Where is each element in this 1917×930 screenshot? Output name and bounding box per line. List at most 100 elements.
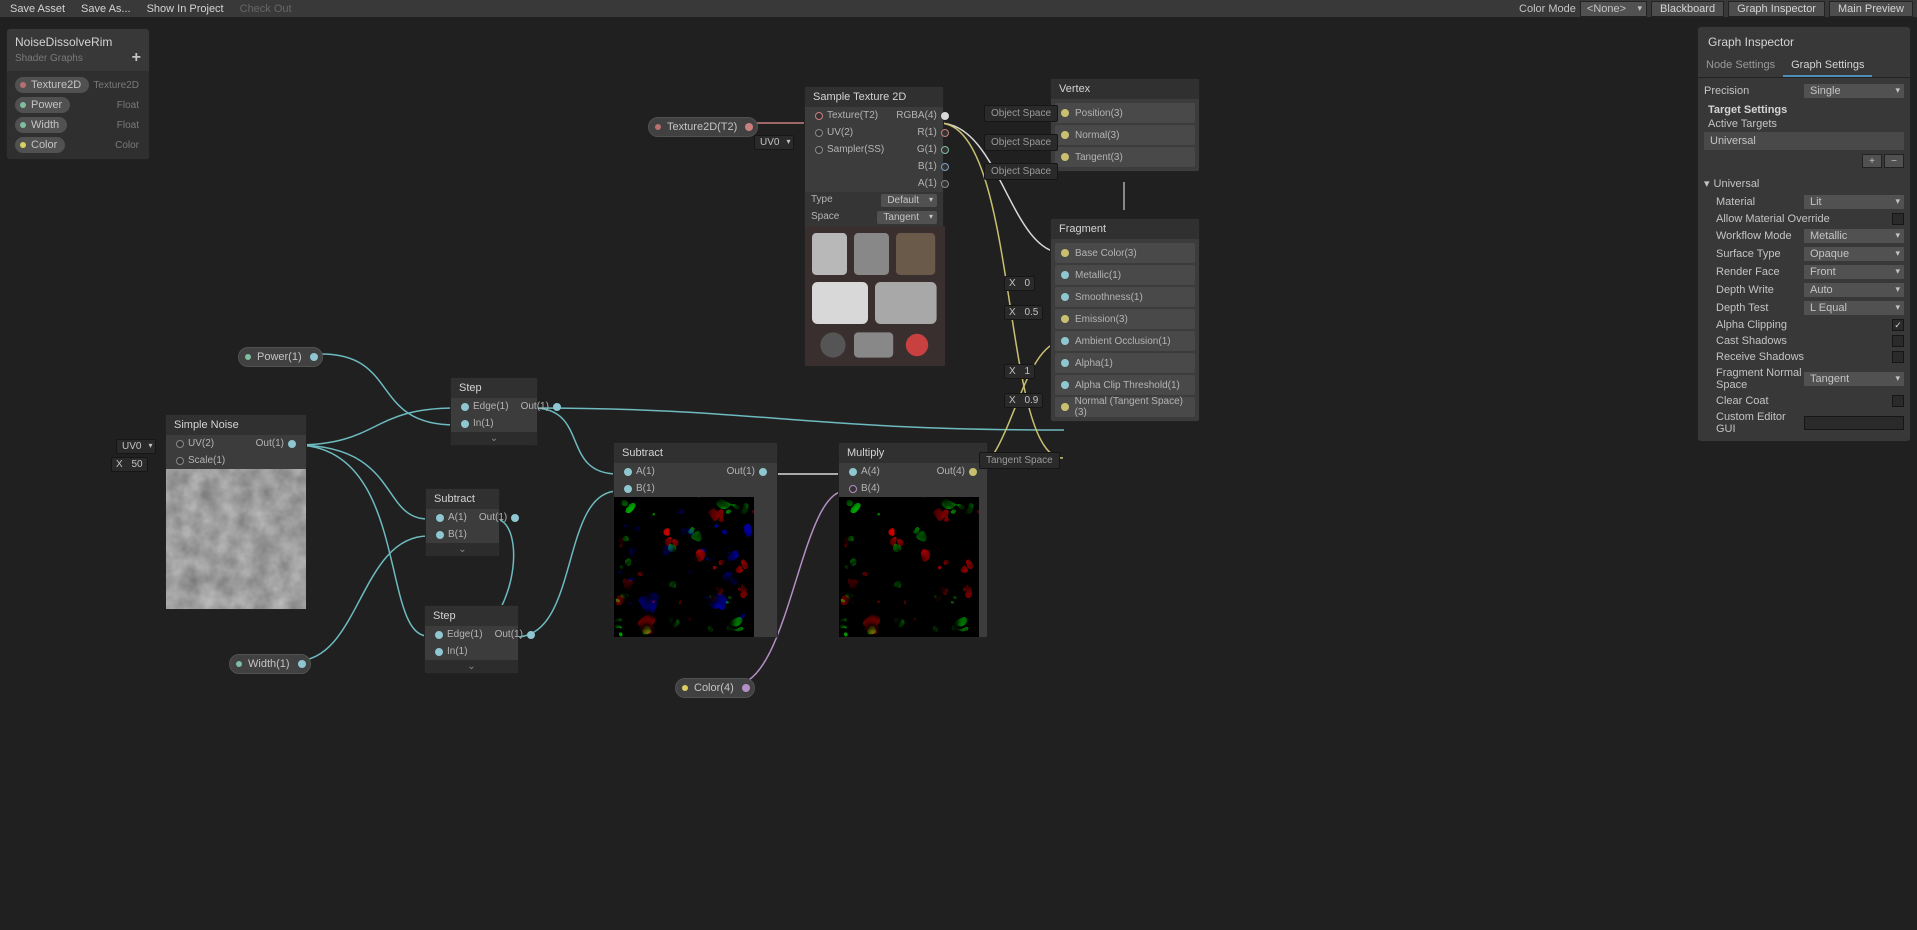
port-out-icon[interactable] [745, 123, 753, 131]
port-out-icon[interactable] [941, 146, 949, 154]
port-in-icon[interactable] [436, 531, 444, 539]
save-asset-button[interactable]: Save Asset [4, 3, 71, 15]
node-subtract-2[interactable]: Subtract A(1) B(1) Out(1) [613, 442, 778, 638]
blackboard-toggle[interactable]: Blackboard [1651, 1, 1724, 17]
port-in-icon[interactable] [815, 129, 823, 137]
alpha-clip-checkbox[interactable]: ✓ [1892, 319, 1904, 331]
port-in-icon[interactable] [849, 485, 857, 493]
port-out-icon[interactable] [759, 468, 767, 476]
port-out-icon[interactable] [941, 180, 949, 188]
blackboard-item-power[interactable]: Power Float [11, 95, 145, 115]
tab-graph-settings[interactable]: Graph Settings [1783, 55, 1872, 77]
depth-write-dropdown[interactable]: Auto [1804, 283, 1904, 297]
port-in-icon[interactable] [176, 457, 184, 465]
port-in-icon[interactable] [461, 403, 469, 411]
metallic-input[interactable]: X 0 [1004, 276, 1035, 291]
chevron-down-icon[interactable]: ⌄ [425, 660, 518, 673]
blackboard-add-button[interactable]: + [132, 49, 141, 67]
port-out-icon[interactable] [742, 684, 750, 692]
target-universal-item[interactable]: Universal [1704, 132, 1904, 150]
tab-node-settings[interactable]: Node Settings [1698, 55, 1783, 77]
port-in-icon[interactable] [1061, 109, 1069, 117]
depth-test-dropdown[interactable]: L Equal [1804, 301, 1904, 315]
remove-target-button[interactable]: − [1884, 154, 1904, 168]
sample-type-dropdown[interactable]: Default [881, 194, 937, 207]
ao-input[interactable]: X 1 [1004, 364, 1035, 379]
port-in-icon[interactable] [624, 485, 632, 493]
material-dropdown[interactable]: Lit [1804, 195, 1904, 209]
smoothness-input[interactable]: X 0.5 [1004, 305, 1043, 320]
port-in-icon[interactable] [176, 440, 184, 448]
scale-input[interactable]: X 50 [111, 457, 148, 472]
property-color[interactable]: Color(4) [675, 678, 755, 698]
property-texture2d[interactable]: Texture2D(T2) [648, 117, 758, 137]
sample-uv0-dropdown[interactable]: UV0 [754, 135, 794, 150]
master-fragment[interactable]: Fragment Base Color(3) Metallic(1) Smoot… [1050, 218, 1200, 422]
master-vertex[interactable]: Vertex Position(3) Normal(3) Tangent(3) [1050, 78, 1200, 172]
port-in-icon[interactable] [1061, 337, 1069, 345]
port-in-icon[interactable] [815, 146, 823, 154]
blackboard-panel[interactable]: NoiseDissolveRim Shader Graphs + Texture… [6, 28, 150, 160]
port-out-icon[interactable] [298, 660, 306, 668]
main-preview-toggle[interactable]: Main Preview [1829, 1, 1913, 17]
port-in-icon[interactable] [1061, 359, 1069, 367]
allow-override-checkbox[interactable] [1892, 213, 1904, 225]
port-in-icon[interactable] [435, 648, 443, 656]
port-in-icon[interactable] [1061, 315, 1069, 323]
port-out-icon[interactable] [310, 353, 318, 361]
port-out-icon[interactable] [941, 112, 949, 120]
port-out-icon[interactable] [288, 440, 296, 448]
surface-dropdown[interactable]: Opaque [1804, 247, 1904, 261]
port-out-icon[interactable] [969, 468, 977, 476]
node-sample-texture-2d[interactable]: Sample Texture 2D Texture(T2) UV(2) Samp… [804, 86, 944, 367]
blackboard-item-width[interactable]: Width Float [11, 115, 145, 135]
port-in-icon[interactable] [1061, 403, 1069, 411]
workflow-dropdown[interactable]: Metallic [1804, 229, 1904, 243]
universal-foldout[interactable]: ▾ Universal [1704, 174, 1904, 193]
port-in-icon[interactable] [1061, 131, 1069, 139]
add-target-button[interactable]: + [1862, 154, 1882, 168]
chevron-down-icon[interactable]: ⌄ [451, 432, 537, 445]
port-out-icon[interactable] [527, 631, 535, 639]
port-in-icon[interactable] [1061, 293, 1069, 301]
fragment-normal-dropdown[interactable]: Tangent [1804, 372, 1904, 386]
save-as-button[interactable]: Save As... [75, 3, 137, 15]
blackboard-item-texture2d[interactable]: Texture2D Texture2D [11, 75, 145, 95]
show-in-project-button[interactable]: Show In Project [141, 3, 230, 15]
port-in-icon[interactable] [849, 468, 857, 476]
port-in-icon[interactable] [1061, 249, 1069, 257]
node-subtract-1[interactable]: Subtract A(1) B(1) Out(1) ⌄ [425, 488, 500, 557]
port-in-icon[interactable] [461, 420, 469, 428]
render-face-dropdown[interactable]: Front [1804, 265, 1904, 279]
color-mode-dropdown[interactable]: <None> [1580, 1, 1647, 17]
port-in-icon[interactable] [1061, 381, 1069, 389]
port-in-icon[interactable] [1061, 153, 1069, 161]
port-in-icon[interactable] [1061, 271, 1069, 279]
property-width[interactable]: Width(1) [229, 654, 311, 674]
node-step-1[interactable]: Step Edge(1) In(1) Out(1) ⌄ [450, 377, 538, 446]
port-in-icon[interactable] [435, 631, 443, 639]
port-out-icon[interactable] [941, 129, 949, 137]
property-power[interactable]: Power(1) [238, 347, 323, 367]
port-out-icon[interactable] [553, 403, 561, 411]
graph-inspector-toggle[interactable]: Graph Inspector [1728, 1, 1825, 17]
node-simple-noise[interactable]: Simple Noise UV(2) Scale(1) Out(1) [165, 414, 307, 610]
precision-dropdown[interactable]: Single [1804, 84, 1904, 98]
port-out-icon[interactable] [511, 514, 519, 522]
cast-shadows-checkbox[interactable] [1892, 335, 1904, 347]
alpha-input[interactable]: X 0.9 [1004, 393, 1043, 408]
uv0-dropdown[interactable]: UV0 [116, 439, 156, 454]
custom-gui-field[interactable] [1804, 416, 1904, 430]
chevron-down-icon[interactable]: ⌄ [426, 543, 499, 556]
port-in-icon[interactable] [815, 112, 823, 120]
node-multiply[interactable]: Multiply A(4) B(4) Out(4) [838, 442, 988, 638]
port-in-icon[interactable] [436, 514, 444, 522]
blackboard-item-color[interactable]: Color Color [11, 135, 145, 155]
clear-coat-checkbox[interactable] [1892, 395, 1904, 407]
node-step-2[interactable]: Step Edge(1) In(1) Out(1) ⌄ [424, 605, 519, 674]
port-out-icon[interactable] [941, 163, 949, 171]
receive-shadows-checkbox[interactable] [1892, 351, 1904, 363]
sample-space-dropdown[interactable]: Tangent [877, 211, 937, 224]
graph-inspector-panel[interactable]: Graph Inspector Node Settings Graph Sett… [1697, 26, 1911, 442]
port-in-icon[interactable] [624, 468, 632, 476]
